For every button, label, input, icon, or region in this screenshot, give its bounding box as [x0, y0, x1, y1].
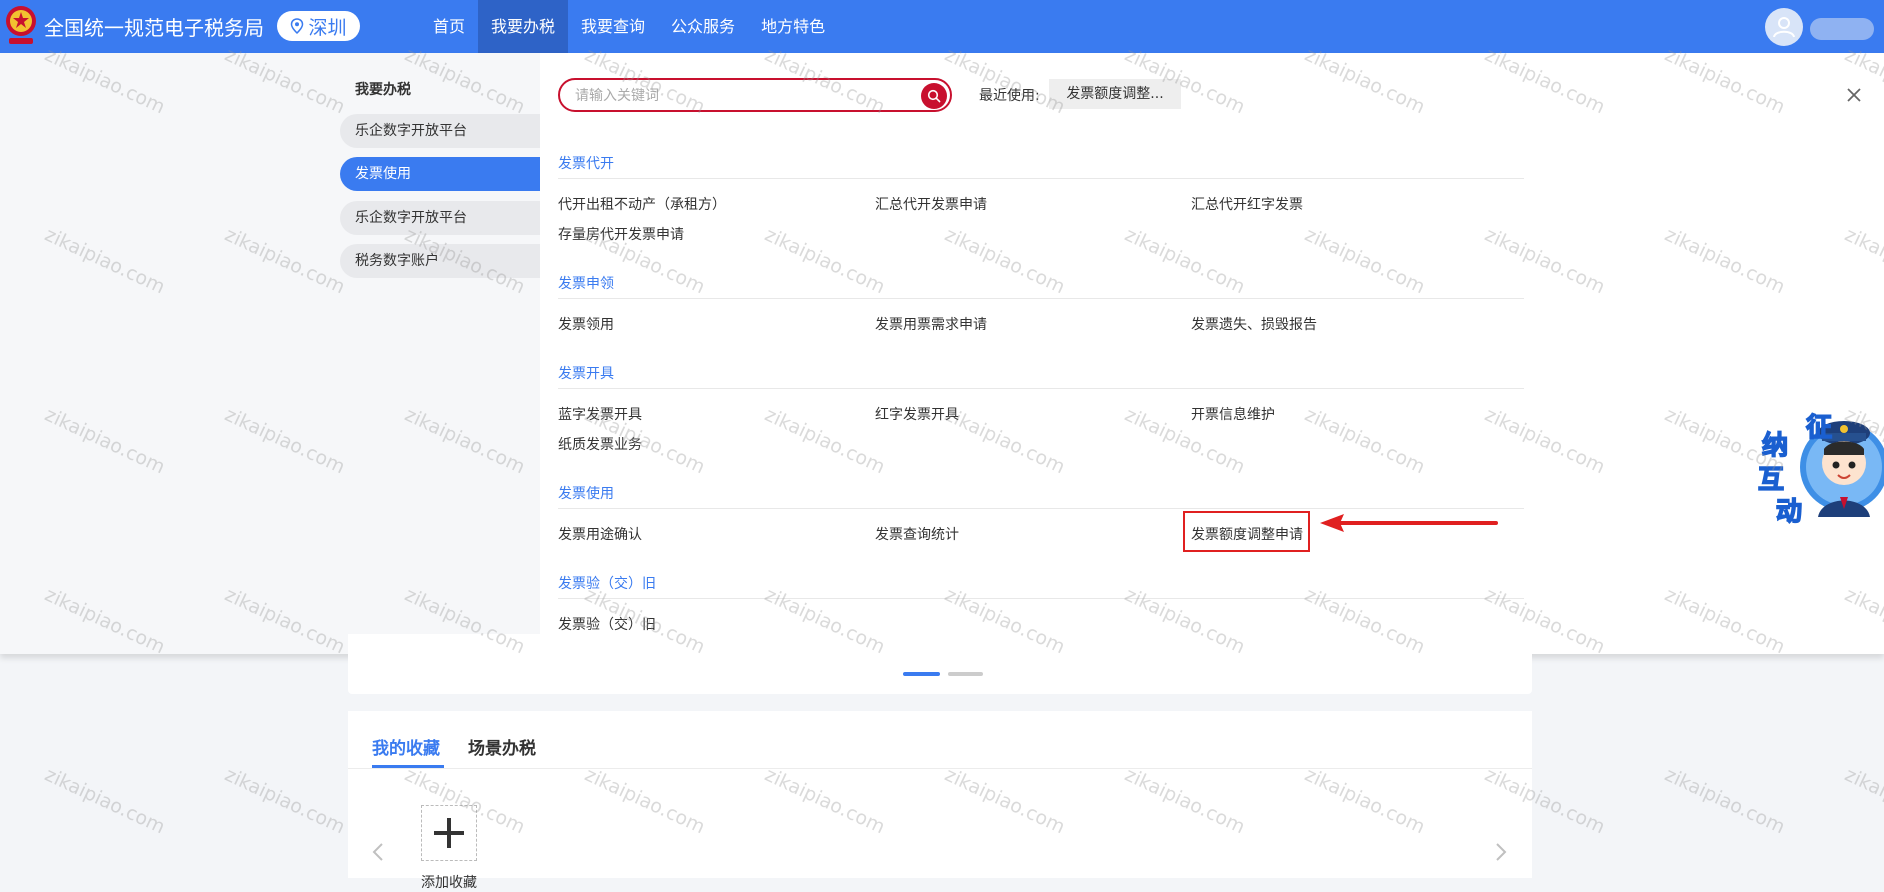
- category-title-shenling: 发票申领: [558, 276, 614, 292]
- site-title: 全国统一规范电子税务局: [44, 16, 264, 40]
- category-divider: [558, 178, 1524, 179]
- chevron-left-icon[interactable]: [372, 842, 384, 862]
- sidebar-item-leqi-platform[interactable]: 乐企数字开放平台: [340, 114, 540, 148]
- mascot-char-2: 纳: [1761, 430, 1789, 462]
- category-divider: [558, 298, 1524, 299]
- category-divider: [558, 598, 1524, 599]
- search-button[interactable]: [921, 83, 947, 109]
- search-box: [558, 78, 952, 112]
- tax-emblem-icon: [6, 6, 36, 44]
- link-summary-invoice-apply[interactable]: 汇总代开发票申请: [875, 194, 987, 214]
- search-icon: [927, 89, 941, 103]
- user-name-pill[interactable]: [1810, 18, 1874, 40]
- city-selector[interactable]: 深圳: [277, 11, 360, 41]
- chevron-right-icon[interactable]: [1495, 842, 1507, 862]
- tabs-divider: [348, 768, 1532, 769]
- watermark-text: zikaipiao.com: [221, 763, 349, 839]
- link-invoice-verify-old[interactable]: 发票验（交）旧: [558, 614, 656, 634]
- recent-label: 最近使用:: [979, 88, 1040, 104]
- nav-local-feature[interactable]: 地方特色: [748, 0, 838, 53]
- tab-scenario-tax[interactable]: 场景办税: [468, 734, 536, 759]
- link-invoice-query-stats[interactable]: 发票查询统计: [875, 524, 959, 544]
- link-invoice-demand-apply[interactable]: 发票用票需求申请: [875, 314, 987, 334]
- watermark-text: zikaipiao.com: [41, 763, 169, 839]
- location-pin-icon: [291, 18, 304, 34]
- link-invoice-loss-report[interactable]: 发票遗失、损毁报告: [1191, 314, 1317, 334]
- category-divider: [558, 388, 1524, 389]
- user-avatar[interactable]: [1765, 8, 1803, 46]
- banner-card: [348, 634, 1532, 694]
- add-favorite-label: 添加收藏: [421, 875, 477, 891]
- link-invoice-info-maintain[interactable]: 开票信息维护: [1191, 404, 1275, 424]
- top-header: 全国统一规范电子税务局 深圳 首页 我要办税 我要查询 公众服务 地方特色: [0, 0, 1884, 53]
- category-title-daikai: 发票代开: [558, 156, 614, 172]
- nav-home[interactable]: 首页: [420, 0, 478, 53]
- city-name: 深圳: [308, 16, 347, 39]
- nav-query[interactable]: 我要查询: [568, 0, 658, 53]
- nav-do-tax[interactable]: 我要办税: [478, 0, 569, 53]
- link-summary-red-invoice[interactable]: 汇总代开红字发票: [1191, 194, 1303, 214]
- link-invoice-purpose-confirm[interactable]: 发票用途确认: [558, 524, 642, 544]
- watermark-text: zikaipiao.com: [1661, 763, 1789, 839]
- link-paper-invoice[interactable]: 纸质发票业务: [558, 434, 642, 454]
- nav-public-service[interactable]: 公众服务: [658, 0, 748, 53]
- tab-my-favorites[interactable]: 我的收藏: [372, 734, 440, 759]
- menu-sidebar: 我要办税 乐企数字开放平台 发票使用 乐企数字开放平台 税务数字账户: [0, 53, 540, 654]
- category-title-kaiju: 发票开具: [558, 366, 614, 382]
- link-daikai-rent[interactable]: 代开出租不动产（承租方）: [558, 194, 726, 214]
- sidebar-item-tax-account[interactable]: 税务数字账户: [340, 244, 540, 278]
- close-icon[interactable]: [1844, 85, 1864, 105]
- plus-icon: [434, 818, 464, 848]
- mega-menu-panel: 我要办税 乐企数字开放平台 发票使用 乐企数字开放平台 税务数字账户 最近使用:…: [0, 53, 1884, 654]
- user-icon: [1773, 17, 1795, 38]
- category-title-shiyong: 发票使用: [558, 486, 614, 502]
- main-nav: 首页 我要办税 我要查询 公众服务 地方特色: [420, 0, 838, 53]
- sidebar-title: 我要办税: [355, 82, 411, 98]
- annotation-arrow-icon: [1320, 514, 1498, 532]
- link-invoice-receive[interactable]: 发票领用: [558, 314, 614, 334]
- annotation-highlight-box: [1183, 511, 1310, 552]
- search-input[interactable]: [573, 80, 907, 112]
- link-red-invoice[interactable]: 红字发票开具: [875, 404, 959, 424]
- category-divider: [558, 508, 1524, 509]
- link-blue-invoice[interactable]: 蓝字发票开具: [558, 404, 642, 424]
- category-title-yanjiu: 发票验（交）旧: [558, 576, 656, 592]
- recent-item-chip[interactable]: 发票额度调整...: [1049, 79, 1181, 109]
- add-favorite-button[interactable]: [421, 805, 477, 861]
- sidebar-item-invoice-use[interactable]: 发票使用: [340, 157, 540, 191]
- sidebar-item-leqi-platform-2[interactable]: 乐企数字开放平台: [340, 201, 540, 235]
- mascot-widget[interactable]: 征 纳 互 动: [1748, 405, 1884, 535]
- watermark-text: zikaipiao.com: [1841, 763, 1884, 839]
- link-stock-house-invoice[interactable]: 存量房代开发票申请: [558, 224, 684, 244]
- carousel-dot-active[interactable]: [903, 672, 940, 676]
- carousel-dot[interactable]: [948, 672, 983, 676]
- mascot-char-1: 征: [1805, 412, 1833, 444]
- mascot-char-4: 动: [1775, 496, 1803, 528]
